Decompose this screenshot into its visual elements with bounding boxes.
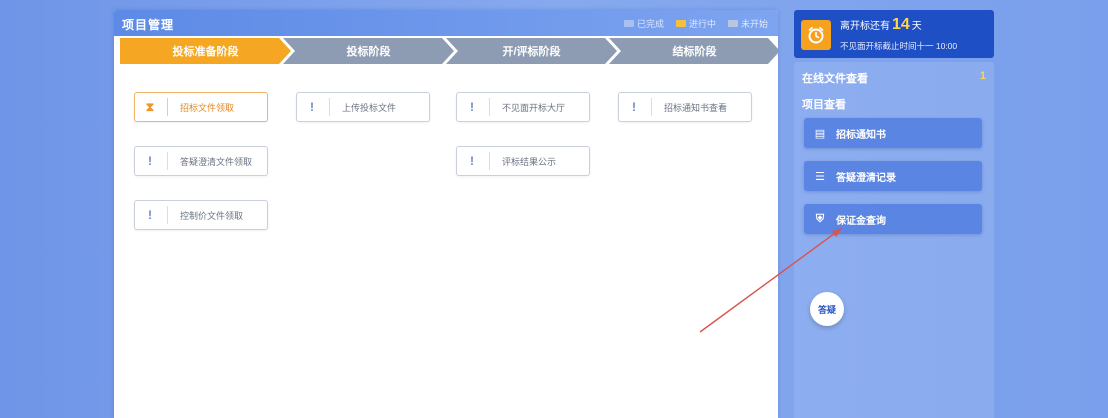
- task-label: 不见面开标大厅: [502, 102, 566, 113]
- step-label: 结标阶段: [672, 46, 717, 58]
- legend-swatch: [675, 20, 686, 27]
- status-legend: 已完成 进行中 未开始: [623, 17, 768, 30]
- legend-swatch: [727, 20, 738, 27]
- exclamation-icon: !: [305, 98, 330, 116]
- task-label: 控制价文件领取: [180, 210, 244, 221]
- award-notice-button[interactable]: ▤ 招标通知书: [804, 118, 982, 148]
- exclamation-icon: !: [627, 98, 652, 116]
- task-clarification-file-collection[interactable]: ! 答疑澄清文件领取: [134, 146, 268, 176]
- helper-label: 答疑: [817, 304, 836, 315]
- hourglass-icon: ⧗: [143, 98, 168, 116]
- countdown-card: 离开标还有 14 天 不见面开标截止时间十一 10:00: [794, 10, 994, 58]
- task-upload-bid-file[interactable]: ! 上传投标文件: [296, 92, 430, 122]
- exclamation-icon: !: [143, 152, 168, 170]
- exclamation-icon: !: [465, 98, 490, 116]
- project-view-label: 项目查看: [802, 99, 846, 111]
- button-label: 招标通知书: [836, 129, 886, 141]
- document-icon: ▤: [814, 127, 826, 140]
- button-label: 答疑澄清记录: [836, 172, 896, 184]
- countdown-days: 14: [892, 16, 910, 33]
- task-award-notice-view[interactable]: ! 招标通知书查看: [618, 92, 752, 122]
- stage-steps: 投标准备阶段 投标阶段 开/评标阶段 结标阶段: [114, 36, 778, 66]
- step-bid-preparation[interactable]: 投标准备阶段: [120, 38, 291, 64]
- task-label: 评标结果公示: [502, 156, 557, 167]
- exclamation-icon: !: [465, 152, 490, 170]
- online-files-row[interactable]: 在线文件查看 1: [802, 70, 986, 86]
- online-files-label: 在线文件查看: [802, 73, 868, 85]
- task-label: 招标文件领取: [180, 102, 235, 113]
- deadline-text: 不见面开标截止时间十一 10:00: [840, 41, 958, 51]
- countdown-suffix: 天: [911, 21, 922, 32]
- step-label: 投标准备阶段: [172, 46, 239, 58]
- deposit-query-button[interactable]: ⛨ 保证金查询: [804, 204, 982, 234]
- task-grid: ⧗ 招标文件领取 ! 上传投标文件 ! 不见面开标大厅 ! 招标通知书查看 ! …: [114, 66, 778, 406]
- countdown-prefix: 离开标还有: [840, 21, 890, 32]
- step-opening-evaluation[interactable]: 开/评标阶段: [446, 38, 617, 64]
- step-bidding[interactable]: 投标阶段: [283, 38, 454, 64]
- task-remote-opening-hall[interactable]: ! 不见面开标大厅: [456, 92, 590, 122]
- qa-helper-button[interactable]: 答疑: [810, 292, 844, 326]
- task-bid-document-collection[interactable]: ⧗ 招标文件领取: [134, 92, 268, 122]
- legend-swatch: [623, 20, 634, 27]
- legend-label: 未开始: [740, 19, 768, 29]
- step-label: 开/评标阶段: [502, 46, 561, 58]
- button-label: 保证金查询: [836, 215, 886, 227]
- panel-header: 项目管理 已完成 进行中 未开始: [114, 10, 778, 36]
- step-closing[interactable]: 结标阶段: [609, 38, 778, 64]
- step-label: 投标阶段: [346, 46, 391, 58]
- task-evaluation-result-notice[interactable]: ! 评标结果公示: [456, 146, 590, 176]
- task-label: 招标通知书查看: [664, 102, 728, 113]
- alarm-clock-icon: [801, 20, 831, 50]
- legend-item-in-progress: 进行中: [675, 17, 716, 30]
- task-label: 答疑澄清文件领取: [180, 156, 253, 167]
- legend-label: 已完成: [636, 19, 664, 29]
- project-panel: 项目管理 已完成 进行中 未开始 投标准备阶段 投标阶段 开/评标阶段 结标阶段…: [114, 10, 778, 418]
- sidebar-panel: 在线文件查看 1 项目查看 ▤ 招标通知书 ☰ 答疑澄清记录 ⛨ 保证金查询 答…: [794, 62, 994, 418]
- clarification-record-button[interactable]: ☰ 答疑澄清记录: [804, 161, 982, 191]
- legend-label: 进行中: [688, 19, 716, 29]
- panel-title: 项目管理: [122, 18, 175, 32]
- legend-item-done: 已完成: [623, 17, 664, 30]
- project-view-row: 项目查看: [802, 96, 986, 112]
- task-label: 上传投标文件: [342, 102, 397, 113]
- exclamation-icon: !: [143, 206, 168, 224]
- online-files-count: 1: [979, 70, 986, 82]
- shield-icon: ⛨: [815, 212, 825, 225]
- countdown-text: 离开标还有 14 天: [840, 16, 922, 34]
- legend-item-not-started: 未开始: [727, 17, 768, 30]
- record-icon: ☰: [815, 170, 825, 183]
- task-control-price-file-collection[interactable]: ! 控制价文件领取: [134, 200, 268, 230]
